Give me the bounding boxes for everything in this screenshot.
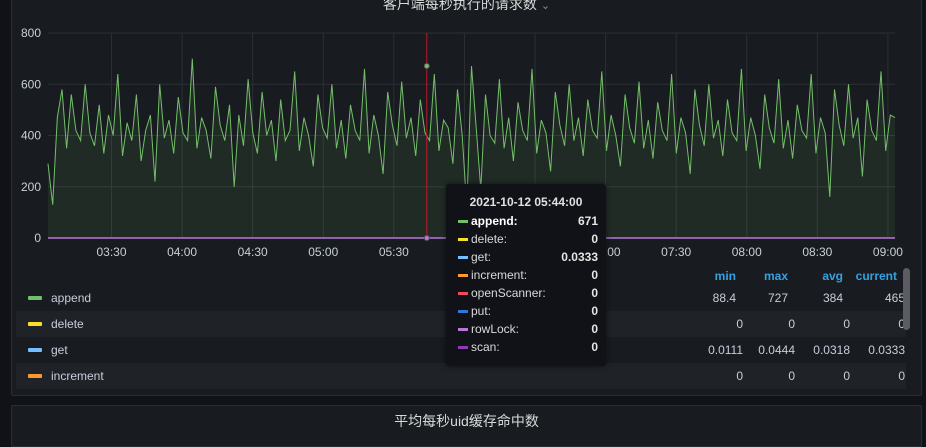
x-tick-label: 08:30 [802,245,832,259]
legend-min: 0 [736,317,743,331]
y-tick-label: 200 [21,180,41,194]
legend-min: 88.4 [712,291,736,305]
legend-max: 0.0444 [758,343,795,357]
tooltip-row-increment: increment: 0 [458,267,598,285]
tooltip-series-name: get: [471,250,492,264]
hover-point-flat [423,235,430,241]
legend-header-current[interactable]: current [851,269,897,283]
legend-min: 0 [736,369,743,383]
tooltip-row-rowlock: rowLock: 0 [458,321,598,339]
tooltip-swatch [458,292,468,295]
y-tick-label: 400 [21,129,41,143]
legend-series-name[interactable]: get [51,343,68,357]
tooltip-swatch [458,220,468,223]
tooltip-series-value: 0.0333 [561,250,598,264]
legend-max: 727 [767,291,788,305]
tooltip-time: 2021-10-12 05:44:00 [469,195,583,209]
tooltip-series-name: append: [471,214,518,228]
legend-header-max[interactable]: max [756,269,788,283]
hover-tooltip: 2021-10-12 05:44:00 append: 671 delete: … [446,184,606,366]
x-tick-label: 07:30 [661,245,691,259]
hover-point-append [423,63,430,70]
tooltip-swatch [458,274,468,277]
legend-swatch [28,296,42,300]
tooltip-series-name: openScanner: [471,286,546,300]
tooltip-series-name: scan: [471,340,500,354]
legend-series-name[interactable]: delete [51,317,84,331]
legend-avg: 0.0318 [813,343,850,357]
legend-min: 0.0111 [708,343,743,357]
tooltip-series-name: put: [471,304,492,318]
tooltip-swatch [458,328,468,331]
legend-series-name[interactable]: increment [51,369,104,383]
x-tick-label: 05:30 [379,245,409,259]
tooltip-series-name: delete: [471,232,508,246]
legend-current: 0 [898,369,905,383]
tooltip-series-value: 671 [577,214,598,228]
tooltip-row-append: append: 671 [458,213,598,231]
y-tick-label: 600 [21,77,41,91]
x-tick-label: 04:30 [238,245,268,259]
second-panel-title[interactable]: 平均每秒uid缓存命中数 [12,411,921,431]
x-tick-label: 05:00 [308,245,338,259]
tooltip-swatch [458,256,468,259]
tooltip-series-value: 0 [591,340,598,354]
legend-current: 465 [884,291,905,305]
legend-avg: 384 [822,291,843,305]
legend-current: 0.0333 [868,343,905,357]
legend-avg: 0 [843,369,850,383]
x-tick-label: 08:00 [732,245,762,259]
y-axis: 0 200 400 600 800 [21,26,41,245]
legend-swatch [28,374,42,378]
tooltip-series-value: 0 [591,232,598,246]
tooltip-row-openscanner: openScanner: 0 [458,285,598,303]
tooltip-swatch [458,310,468,313]
tooltip-series-value: 0 [591,304,598,318]
legend-swatch [28,322,42,326]
legend-max: 0 [788,369,795,383]
x-tick-label: 04:00 [167,245,197,259]
legend-series-name[interactable]: append [51,291,91,305]
legend-swatch [28,348,42,352]
tooltip-series-name: increment: [471,268,528,282]
legend-current: 0 [898,317,905,331]
tooltip-row-scan: scan: 0 [458,339,598,357]
tooltip-series-value: 0 [591,286,598,300]
tooltip-series-name: rowLock: [471,322,520,336]
legend-scrollbar[interactable] [903,268,910,330]
legend-avg: 0 [843,317,850,331]
tooltip-row-delete: delete: 0 [458,231,598,249]
tooltip-swatch [458,346,468,349]
tooltip-row-put: put: 0 [458,303,598,321]
legend-max: 0 [788,317,795,331]
tooltip-swatch [458,238,468,241]
tooltip-series-value: 0 [591,268,598,282]
x-tick-label: 03:30 [97,245,127,259]
y-tick-label: 0 [34,231,41,245]
second-panel: 平均每秒uid缓存命中数 [11,405,922,447]
tooltip-series-value: 0 [591,322,598,336]
tooltip-row-get: get: 0.0333 [458,249,598,267]
legend-header-min[interactable]: min [706,269,736,283]
y-tick-label: 800 [21,26,41,40]
legend-row-increment[interactable]: increment 0 0 0 0 [16,363,906,389]
x-tick-label: 09:00 [873,245,903,259]
legend-header-avg[interactable]: avg [811,269,843,283]
